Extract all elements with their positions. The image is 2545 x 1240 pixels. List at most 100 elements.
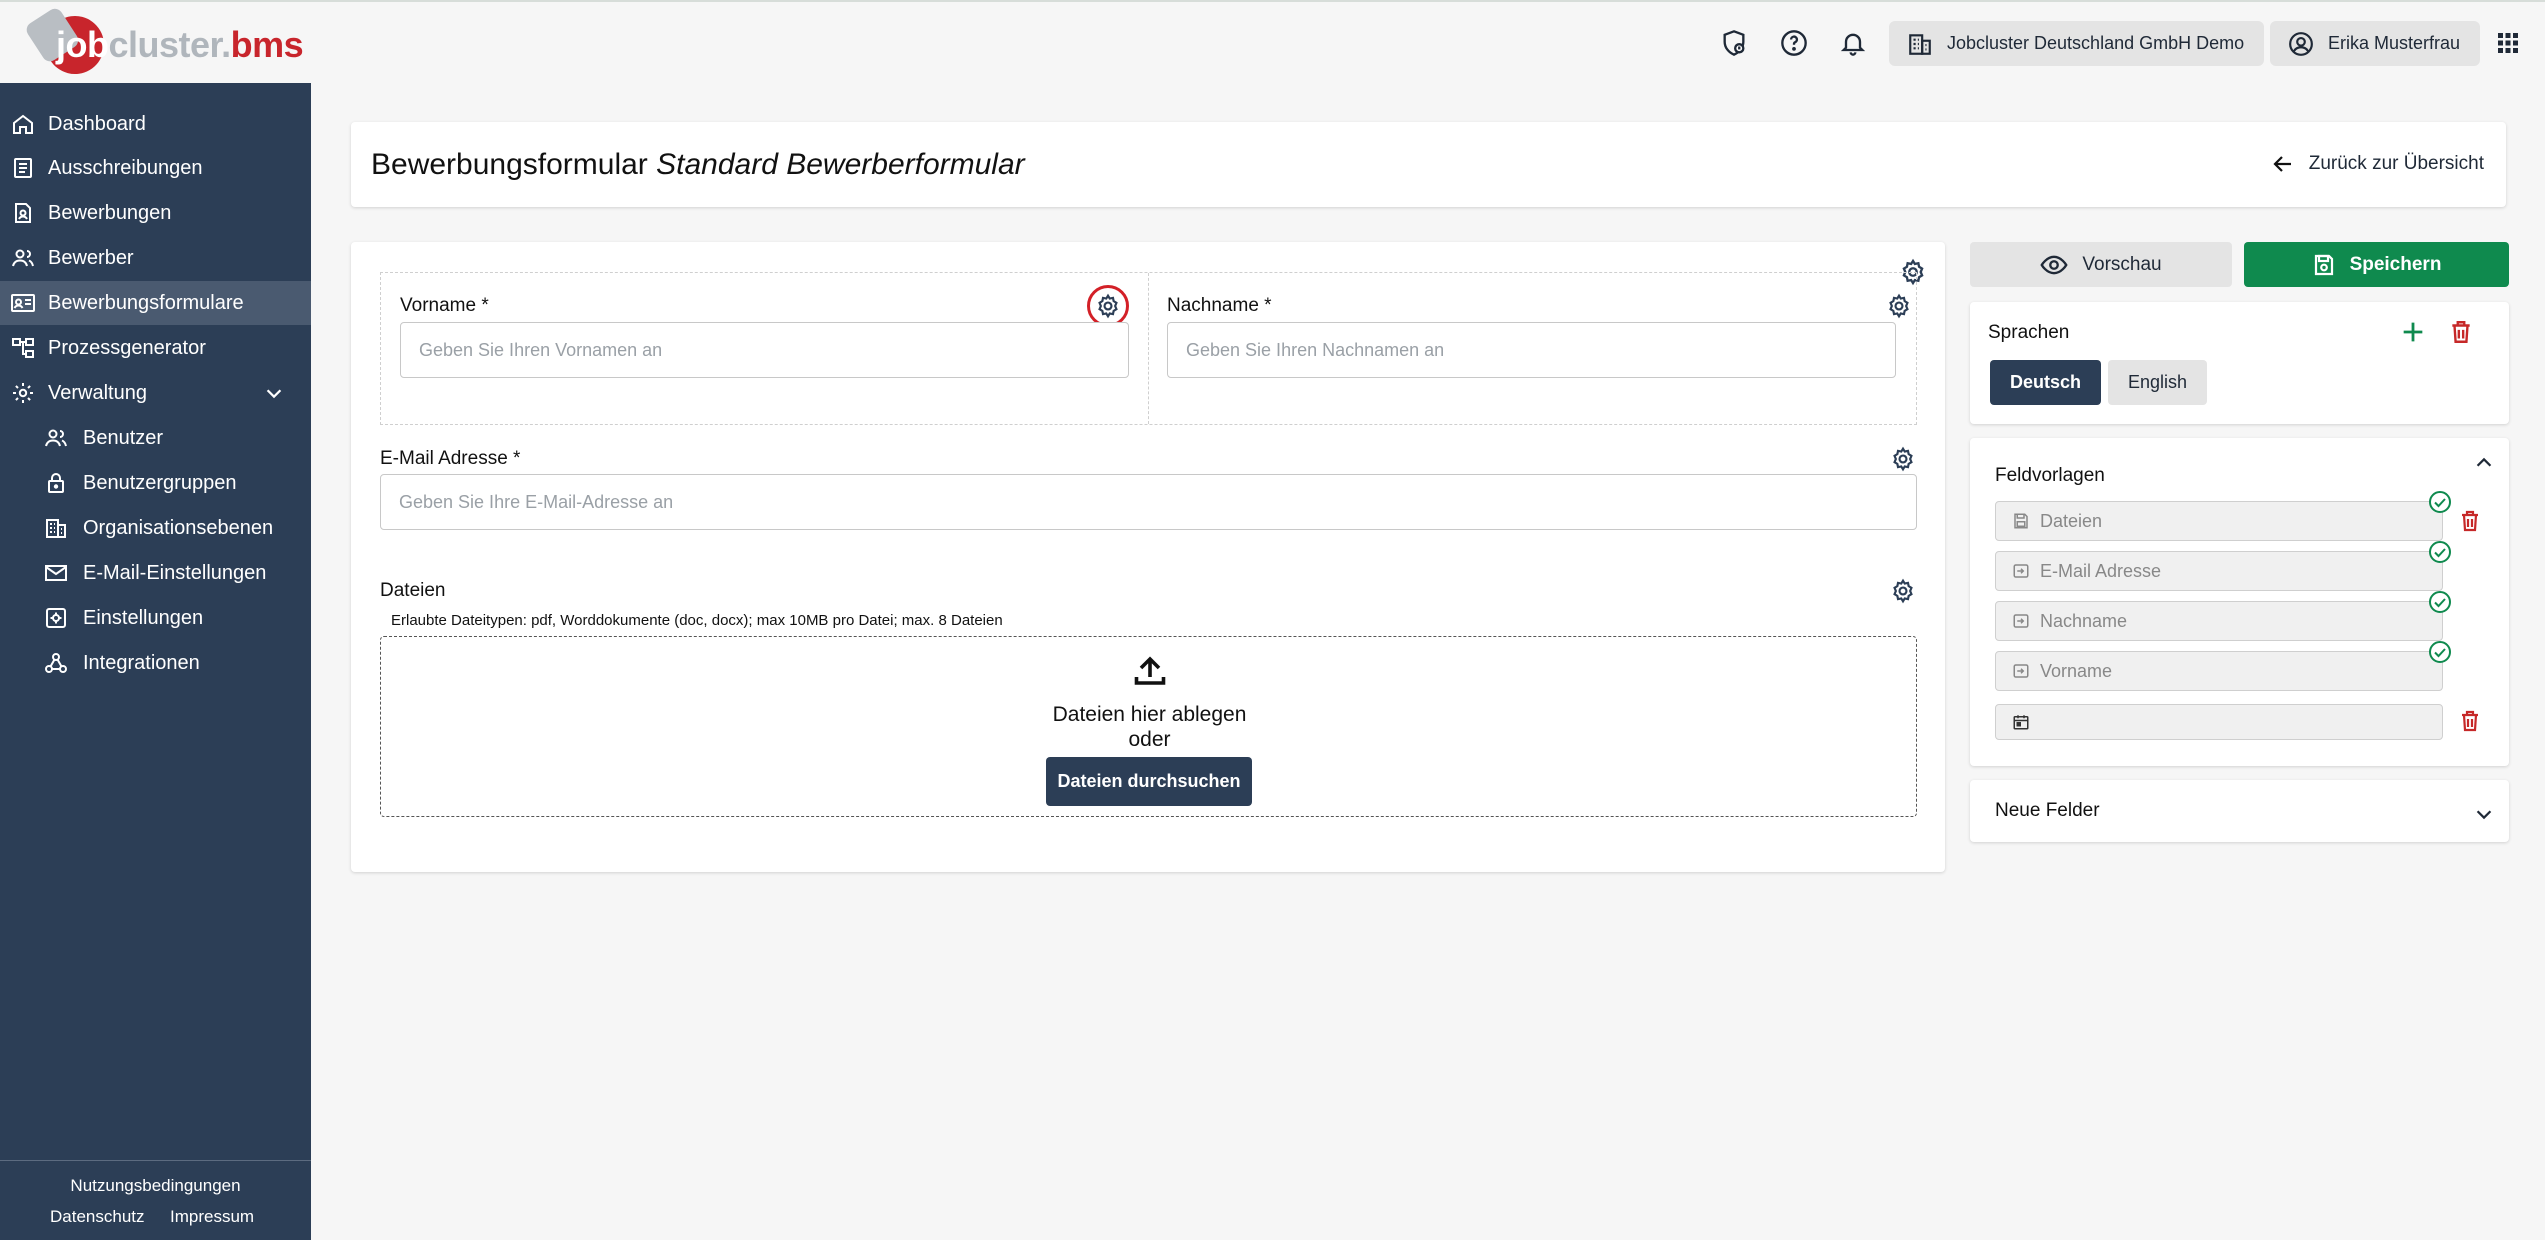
delete-language-trash-icon[interactable] xyxy=(2448,318,2476,346)
organization-switcher[interactable]: Jobcluster Deutschland GmbH Demo xyxy=(1889,21,2265,66)
languages-title: Sprachen xyxy=(1988,322,2070,343)
file-dropzone[interactable]: Dateien hier ablegen oder Dateien durchs… xyxy=(380,636,1917,817)
last-name-settings-gear-icon[interactable] xyxy=(1884,291,1914,321)
sidebar-item-benutzer[interactable]: Benutzer xyxy=(0,416,311,460)
browse-files-button[interactable]: Dateien durchsuchen xyxy=(1046,757,1252,806)
chevron-down-icon[interactable] xyxy=(2473,803,2495,825)
add-language-plus-icon[interactable] xyxy=(2399,318,2427,346)
drop-files-text: Dateien hier ablegen xyxy=(1052,703,1247,726)
imprint-link[interactable]: Impressum xyxy=(170,1207,254,1227)
page-title: Bewerbungsformular Standard Bewerberform… xyxy=(371,148,1025,182)
page-title-main: Bewerbungsformular xyxy=(371,148,648,181)
email-input[interactable] xyxy=(380,474,1917,530)
lock-icon xyxy=(43,470,69,496)
template-item-date[interactable] xyxy=(1995,704,2443,740)
sidebar-item-bewerbungsformulare[interactable]: Bewerbungsformulare xyxy=(0,281,311,325)
user-label: Erika Musterfrau xyxy=(2328,33,2461,53)
arrow-left-icon xyxy=(2271,152,2295,176)
gear-icon xyxy=(10,380,36,406)
files-settings-gear-icon[interactable] xyxy=(1888,576,1918,606)
sidebar-item-benutzergruppen[interactable]: Benutzergruppen xyxy=(0,461,311,505)
delete-template-trash-icon[interactable] xyxy=(2458,708,2482,732)
page-title-form-name: Standard Bewerberformular xyxy=(656,148,1025,181)
new-fields-panel[interactable]: Neue Felder xyxy=(1970,780,2509,842)
back-to-overview-link[interactable]: Zurück zur Übersicht xyxy=(2271,152,2484,176)
sidebar-item-organisationsebenen[interactable]: Organisationsebenen xyxy=(0,506,311,550)
logo-text-dot: . xyxy=(221,24,231,65)
privacy-link[interactable]: Datenschutz xyxy=(50,1207,145,1227)
first-name-settings-gear-icon[interactable] xyxy=(1087,285,1129,327)
template-item-dateien[interactable]: Dateien xyxy=(1995,501,2443,541)
app-logo[interactable]: jobcluster.bms xyxy=(26,10,304,78)
sidebar-item-einstellungen[interactable]: Einstellungen xyxy=(0,596,311,640)
building-icon xyxy=(43,515,69,541)
language-button-deutsch[interactable]: Deutsch xyxy=(1990,360,2102,405)
logo-text-bms: bms xyxy=(230,24,304,65)
logo-wordmark: jobcluster.bms xyxy=(56,24,304,66)
sidebar-item-dashboard[interactable]: Dashboard xyxy=(0,102,311,146)
shield-lock-icon[interactable] xyxy=(1719,28,1749,58)
sidebar-item-bewerbungen[interactable]: Bewerbungen xyxy=(0,191,311,235)
people-icon xyxy=(10,245,36,271)
bell-icon[interactable] xyxy=(1838,28,1868,58)
check-circle-icon xyxy=(2428,540,2452,564)
sidebar-footer: Nutzungsbedingungen Datenschutz Impressu… xyxy=(0,1160,311,1240)
logo-text-cluster: cluster xyxy=(108,24,222,65)
flow-icon xyxy=(10,335,36,361)
new-fields-title: Neue Felder xyxy=(1995,800,2100,821)
save-button[interactable]: Speichern xyxy=(2244,242,2509,287)
check-circle-icon xyxy=(2428,490,2452,514)
sidebar-item-label: Dashboard xyxy=(48,112,146,135)
check-circle-icon xyxy=(2428,640,2452,664)
template-item-label: Nachname xyxy=(2040,610,2128,631)
chevron-down-icon[interactable] xyxy=(263,382,285,404)
sidebar-item-label: Organisationsebenen xyxy=(83,516,274,539)
chevron-up-icon[interactable] xyxy=(2473,452,2495,474)
terms-link[interactable]: Nutzungsbedingungen xyxy=(0,1176,311,1196)
organization-label: Jobcluster Deutschland GmbH Demo xyxy=(1947,33,2245,53)
template-item-email[interactable]: E-Mail Adresse xyxy=(1995,551,2443,591)
last-name-input[interactable] xyxy=(1167,322,1896,378)
sidebar-item-prozessgenerator[interactable]: Prozessgenerator xyxy=(0,326,311,370)
first-name-label: Vorname * xyxy=(400,295,489,316)
language-button-english[interactable]: English xyxy=(2108,360,2208,405)
user-menu[interactable]: Erika Musterfrau xyxy=(2270,21,2481,66)
sidebar-item-integrationen[interactable]: Integrationen xyxy=(0,641,311,685)
sidebar-item-email-einstellungen[interactable]: E-Mail-Einstellungen xyxy=(0,551,311,595)
home-icon xyxy=(10,111,36,137)
settings-box-icon xyxy=(43,605,69,631)
sidebar-item-ausschreibungen[interactable]: Ausschreibungen xyxy=(0,146,311,190)
save-label: Speichern xyxy=(2349,253,2442,275)
save-icon xyxy=(2312,253,2336,277)
sidebar-item-label: Bewerber xyxy=(48,246,134,269)
name-row: Vorname * Nachname * xyxy=(380,272,1917,425)
input-icon xyxy=(2012,662,2030,680)
sidebar-item-bewerber[interactable]: Bewerber xyxy=(0,236,311,280)
template-item-nachname[interactable]: Nachname xyxy=(1995,601,2443,641)
preview-button[interactable]: Vorschau xyxy=(1970,242,2232,287)
mail-icon xyxy=(43,560,69,586)
files-label: Dateien xyxy=(380,580,446,601)
apps-grid-icon[interactable] xyxy=(2493,28,2523,58)
sidebar-item-label: Einstellungen xyxy=(83,606,204,629)
sidebar: Dashboard Ausschreibungen Bewerbungen Be… xyxy=(0,83,311,1240)
sidebar-item-label: E-Mail-Einstellungen xyxy=(83,561,267,584)
field-templates-panel: Feldvorlagen Dateien E-Mail Adresse Nach… xyxy=(1970,438,2509,766)
sidebar-item-label: Ausschreibungen xyxy=(48,156,203,179)
input-icon xyxy=(2012,562,2030,580)
help-icon[interactable] xyxy=(1779,28,1809,58)
last-name-label: Nachname * xyxy=(1167,295,1272,316)
template-item-vorname[interactable]: Vorname xyxy=(1995,651,2443,691)
field-templates-title: Feldvorlagen xyxy=(1995,465,2105,486)
building-icon xyxy=(1907,31,1933,57)
sidebar-item-verwaltung[interactable]: Verwaltung xyxy=(0,371,311,415)
save-icon xyxy=(2012,512,2030,530)
email-settings-gear-icon[interactable] xyxy=(1888,444,1918,474)
people-icon xyxy=(43,425,69,451)
back-label: Zurück zur Übersicht xyxy=(2308,153,2484,174)
languages-panel: Sprachen Deutsch English xyxy=(1970,302,2509,424)
sidebar-item-label: Benutzergruppen xyxy=(83,471,237,494)
first-name-input[interactable] xyxy=(400,322,1129,378)
delete-template-trash-icon[interactable] xyxy=(2458,508,2482,532)
eye-icon xyxy=(2040,251,2068,279)
